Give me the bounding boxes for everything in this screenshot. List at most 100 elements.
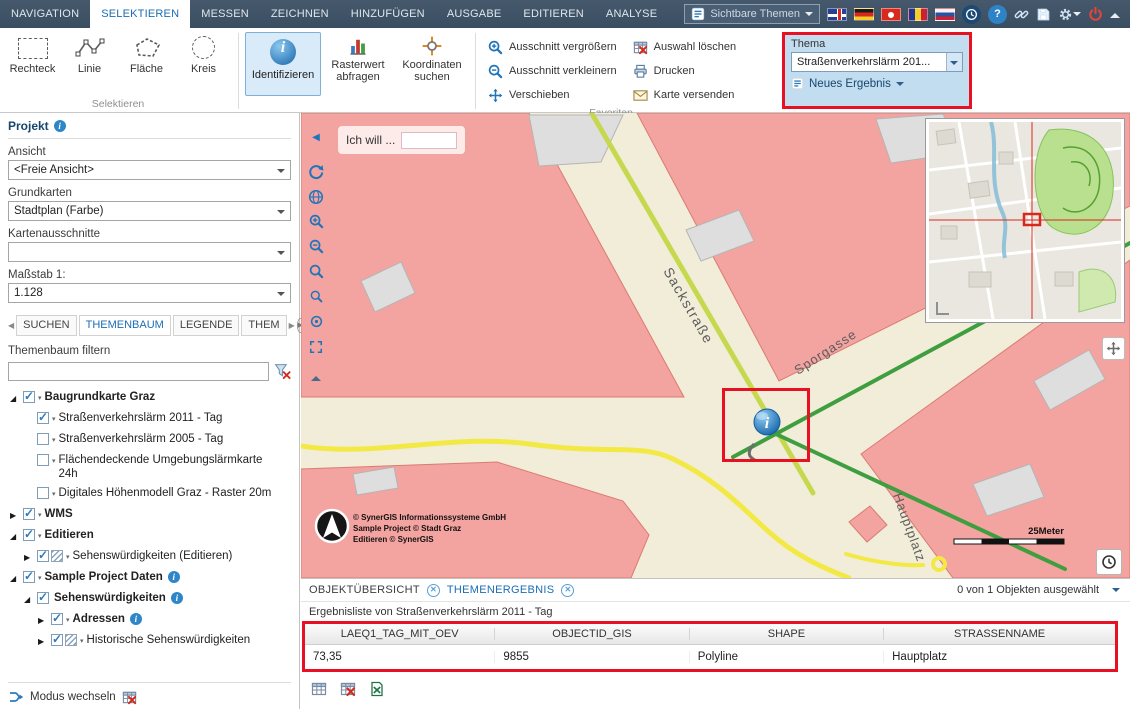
info-icon[interactable]: i (130, 613, 142, 625)
center-point-icon[interactable] (304, 310, 328, 333)
ich-will-widget[interactable]: Ich will ... (338, 126, 465, 154)
collapse-panel-icon[interactable]: ◀ (304, 126, 328, 149)
tree-item[interactable]: ▶▾ Sehenswürdigkeiten (Editieren) (8, 546, 291, 567)
flag-uk-icon[interactable] (827, 8, 847, 21)
tab-objektuebersicht[interactable]: OBJEKTÜBERSICHT (309, 584, 420, 596)
layer-menu-icon[interactable]: ▾ (38, 509, 42, 523)
modus-wechseln-button[interactable]: Modus wechseln (8, 682, 291, 705)
layer-menu-icon[interactable]: ▾ (38, 572, 42, 586)
column-header[interactable]: LAEQ1_TAG_MIT_OEV (305, 628, 495, 640)
koordinaten-button[interactable]: Koordinaten suchen (395, 30, 469, 83)
tab-selektieren[interactable]: SELEKTIEREN (90, 0, 190, 28)
expander-icon[interactable]: ▶ (38, 633, 51, 649)
tab-suchen[interactable]: SUCHEN (16, 315, 76, 336)
zoom-out-icon[interactable] (304, 235, 328, 258)
collapse-ribbon-icon[interactable] (1110, 8, 1120, 18)
send-map-favorite[interactable]: Karte versenden (633, 84, 737, 106)
flaeche-button[interactable]: Fläche (118, 30, 175, 75)
info-icon[interactable]: i (171, 592, 183, 604)
expander-icon[interactable]: ◢ (10, 528, 23, 544)
checkbox[interactable] (23, 508, 35, 520)
settings-gear-icon[interactable] (1058, 7, 1081, 22)
save-icon[interactable] (1036, 7, 1051, 22)
tree-item[interactable]: ▾ Digitales Höhenmodell Graz - Raster 20… (8, 483, 291, 504)
tab-themen-clipped[interactable]: THEM (241, 315, 286, 336)
overview-map[interactable] (925, 118, 1125, 323)
fullscreen-icon[interactable] (304, 335, 328, 358)
neues-ergebnis-dropdown[interactable]: Neues Ergebnis (791, 77, 963, 90)
logout-power-icon[interactable] (1088, 7, 1103, 22)
tab-ausgabe[interactable]: AUSGABE (436, 0, 513, 28)
pan-mode-icon[interactable] (1102, 337, 1125, 360)
tab-analyse[interactable]: ANALYSE (595, 0, 668, 28)
tree-item[interactable]: ◢ Sehenswürdigkeiteni (8, 588, 291, 609)
tree-item[interactable]: ▶▾ WMS (8, 504, 291, 525)
grundkarten-select[interactable]: Stadtplan (Farbe) (8, 201, 291, 221)
tabs-scroll-left-icon[interactable]: ◀ (8, 321, 14, 330)
expander-icon[interactable]: ▶ (10, 507, 23, 523)
expander-icon[interactable]: ◢ (24, 591, 37, 607)
tree-item[interactable]: ◢▾ Baugrundkarte Graz (8, 387, 291, 408)
excel-export-icon[interactable] (369, 681, 385, 697)
tree-item[interactable]: ▾ Flächendeckende Umgebungslärmkarte 24h (8, 450, 291, 483)
rechteck-button[interactable]: Rechteck (4, 30, 61, 75)
layer-menu-icon[interactable]: ▾ (80, 635, 84, 649)
tree-item[interactable]: ▾ Straßenverkehrslärm 2005 - Tag (8, 429, 291, 450)
tab-navigation[interactable]: NAVIGATION (0, 0, 90, 28)
column-header[interactable]: SHAPE (690, 628, 884, 640)
massstab-select[interactable]: 1.128 (8, 283, 291, 303)
flag-de-icon[interactable] (854, 8, 874, 21)
tabs-scroll-right-icon[interactable]: ▶ (289, 321, 295, 330)
kreis-button[interactable]: Kreis (175, 30, 232, 75)
layer-menu-icon[interactable]: ▾ (52, 455, 56, 469)
checkbox[interactable] (37, 412, 49, 424)
flag-tr-icon[interactable] (881, 8, 901, 21)
zoom-out-favorite[interactable]: Ausschnitt verkleinern (488, 60, 617, 82)
tab-themenergebnis[interactable]: THEMENERGEBNIS (447, 584, 555, 596)
info-icon[interactable]: i (54, 120, 66, 132)
table-icon[interactable] (311, 681, 327, 697)
layer-menu-icon[interactable]: ▾ (66, 551, 70, 565)
rasterwert-button[interactable]: Rasterwert abfragen (321, 30, 395, 83)
tree-item[interactable]: ◢▾ Editieren (8, 525, 291, 546)
tree-item[interactable]: ◢▾ Sample Project Dateni (8, 567, 291, 588)
clear-filter-icon[interactable] (274, 363, 291, 380)
layer-menu-icon[interactable]: ▾ (52, 413, 56, 427)
zoom-full-icon[interactable] (304, 285, 328, 308)
visible-themes-dropdown[interactable]: Sichtbare Themen (684, 4, 820, 24)
checkbox[interactable] (37, 433, 49, 445)
link-icon[interactable] (1014, 7, 1029, 22)
tree-item[interactable]: ▶▾ Adresseni (8, 609, 291, 630)
tab-hinzufuegen[interactable]: HINZUFÜGEN (340, 0, 436, 28)
checkbox[interactable] (23, 391, 35, 403)
table-row[interactable]: 73,35 9855 Polyline Hauptplatz (305, 645, 1115, 669)
zoom-in-icon[interactable] (304, 210, 328, 233)
checkbox[interactable] (37, 487, 49, 499)
tab-zeichnen[interactable]: ZEICHNEN (260, 0, 340, 28)
checkbox[interactable] (51, 613, 63, 625)
layer-menu-icon[interactable]: ▾ (52, 488, 56, 502)
expander-icon[interactable]: ▶ (24, 549, 37, 565)
checkbox[interactable] (23, 529, 35, 541)
clear-selection-favorite[interactable]: Auswahl löschen (633, 36, 737, 58)
checkbox[interactable] (23, 571, 35, 583)
tab-legende[interactable]: LEGENDE (173, 315, 240, 336)
ich-will-input[interactable] (401, 132, 457, 149)
checkbox[interactable] (37, 454, 49, 466)
previous-view-icon[interactable] (304, 160, 328, 183)
flag-ro-icon[interactable] (908, 8, 928, 21)
layer-menu-icon[interactable]: ▾ (52, 434, 56, 448)
history-clock-icon[interactable] (1096, 549, 1122, 575)
close-tab-icon[interactable]: ✕ (427, 584, 440, 597)
checkbox[interactable] (37, 550, 49, 562)
zoom-window-icon[interactable] (304, 260, 328, 283)
ansicht-select[interactable]: <Freie Ansicht> (8, 160, 291, 180)
checkbox[interactable] (37, 592, 49, 604)
overview-globe-icon[interactable] (304, 185, 328, 208)
expand-panel-icon[interactable] (1112, 588, 1120, 596)
remove-result-icon[interactable] (340, 681, 356, 697)
linie-button[interactable]: Linie (61, 30, 118, 75)
scroll-up-icon[interactable] (304, 366, 328, 389)
expander-icon[interactable]: ◢ (10, 390, 23, 406)
info-icon[interactable]: i (168, 571, 180, 583)
